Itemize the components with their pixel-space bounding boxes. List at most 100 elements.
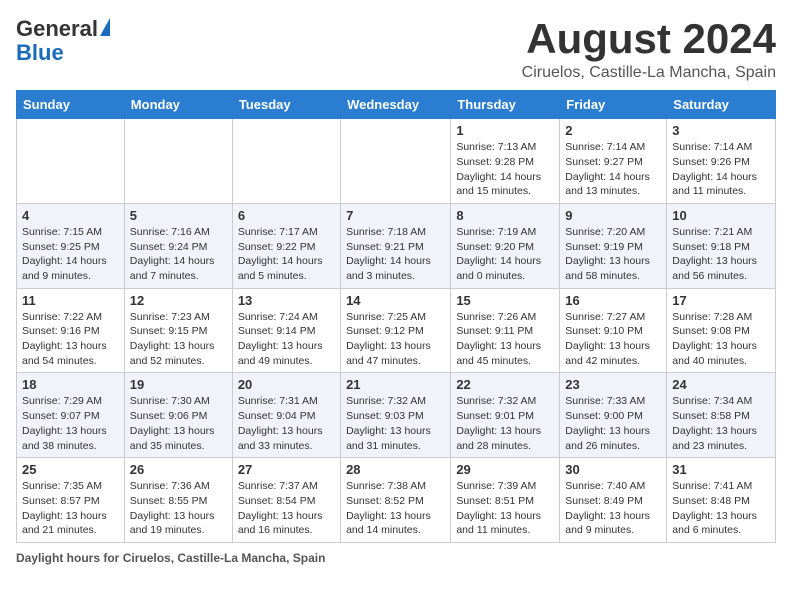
- day-number: 11: [22, 293, 119, 308]
- day-number: 19: [130, 377, 227, 392]
- day-info: Sunrise: 7:32 AM Sunset: 9:03 PM Dayligh…: [346, 394, 445, 453]
- title-section: August 2024 Ciruelos, Castille-La Mancha…: [522, 16, 776, 82]
- day-info: Sunrise: 7:23 AM Sunset: 9:15 PM Dayligh…: [130, 310, 227, 369]
- day-number: 5: [130, 208, 227, 223]
- calendar-header-saturday: Saturday: [667, 91, 776, 119]
- day-info: Sunrise: 7:25 AM Sunset: 9:12 PM Dayligh…: [346, 310, 445, 369]
- calendar-cell: 17 Sunrise: 7:28 AM Sunset: 9:08 PM Dayli…: [667, 288, 776, 373]
- calendar-cell: 13 Sunrise: 7:24 AM Sunset: 9:14 PM Dayli…: [232, 288, 340, 373]
- day-number: 26: [130, 462, 227, 477]
- day-number: 9: [565, 208, 661, 223]
- day-info: Sunrise: 7:32 AM Sunset: 9:01 PM Dayligh…: [456, 394, 554, 453]
- calendar-cell: 15Sunrise: 7:26 AM Sunset: 9:11 PM Dayli…: [451, 288, 560, 373]
- calendar-cell: 2 Sunrise: 7:14 AM Sunset: 9:27 PM Daylig…: [560, 119, 667, 204]
- day-number: 30: [565, 462, 661, 477]
- day-info: Sunrise: 7:35 AM Sunset: 8:57 PM Dayligh…: [22, 479, 119, 538]
- day-info: Sunrise: 7:30 AM Sunset: 9:06 PM Dayligh…: [130, 394, 227, 453]
- calendar-header-friday: Friday: [560, 91, 667, 119]
- calendar-cell: 12Sunrise: 7:23 AM Sunset: 9:15 PM Dayli…: [124, 288, 232, 373]
- calendar-cell: 22Sunrise: 7:32 AM Sunset: 9:01 PM Dayli…: [451, 373, 560, 458]
- day-number: 3: [672, 123, 770, 138]
- footer-description: for Ciruelos, Castille-La Mancha, Spain: [103, 551, 325, 565]
- day-info: Sunrise: 7:16 AM Sunset: 9:24 PM Dayligh…: [130, 225, 227, 284]
- calendar-header-tuesday: Tuesday: [232, 91, 340, 119]
- calendar-cell: 9 Sunrise: 7:20 AM Sunset: 9:19 PM Daylig…: [560, 203, 667, 288]
- day-number: 10: [672, 208, 770, 223]
- day-info: Sunrise: 7:39 AM Sunset: 8:51 PM Dayligh…: [456, 479, 554, 538]
- day-info: Sunrise: 7:13 AM Sunset: 9:28 PM Dayligh…: [456, 140, 554, 199]
- calendar-cell: 10 Sunrise: 7:21 AM Sunset: 9:18 PM Dayli…: [667, 203, 776, 288]
- calendar-week-row: 18 Sunrise: 7:29 AM Sunset: 9:07 PM Dayli…: [17, 373, 776, 458]
- day-number: 13: [238, 293, 335, 308]
- logo: General Blue: [16, 16, 110, 66]
- day-number: 18: [22, 377, 119, 392]
- day-info: Sunrise: 7:31 AM Sunset: 9:04 PM Dayligh…: [238, 394, 335, 453]
- day-number: 25: [22, 462, 119, 477]
- day-info: Sunrise: 7:29 AM Sunset: 9:07 PM Dayligh…: [22, 394, 119, 453]
- day-info: Sunrise: 7:17 AM Sunset: 9:22 PM Dayligh…: [238, 225, 335, 284]
- calendar-header-sunday: Sunday: [17, 91, 125, 119]
- day-info: Sunrise: 7:15 AM Sunset: 9:25 PM Dayligh…: [22, 225, 119, 284]
- calendar-cell: 16 Sunrise: 7:27 AM Sunset: 9:10 PM Dayli…: [560, 288, 667, 373]
- calendar-cell: 20 Sunrise: 7:31 AM Sunset: 9:04 PM Dayli…: [232, 373, 340, 458]
- day-number: 21: [346, 377, 445, 392]
- calendar-header-row: SundayMondayTuesdayWednesdayThursdayFrid…: [17, 91, 776, 119]
- day-number: 31: [672, 462, 770, 477]
- day-number: 8: [456, 208, 554, 223]
- calendar-header-monday: Monday: [124, 91, 232, 119]
- day-info: Sunrise: 7:22 AM Sunset: 9:16 PM Dayligh…: [22, 310, 119, 369]
- day-info: Sunrise: 7:34 AM Sunset: 8:58 PM Dayligh…: [672, 394, 770, 453]
- calendar-cell: 25 Sunrise: 7:35 AM Sunset: 8:57 PM Dayli…: [17, 458, 125, 543]
- logo-triangle-icon: [100, 18, 110, 36]
- day-info: Sunrise: 7:24 AM Sunset: 9:14 PM Dayligh…: [238, 310, 335, 369]
- day-info: Sunrise: 7:19 AM Sunset: 9:20 PM Dayligh…: [456, 225, 554, 284]
- day-number: 27: [238, 462, 335, 477]
- calendar-cell: 6 Sunrise: 7:17 AM Sunset: 9:22 PM Daylig…: [232, 203, 340, 288]
- day-number: 16: [565, 293, 661, 308]
- calendar-header-wednesday: Wednesday: [341, 91, 451, 119]
- day-info: Sunrise: 7:28 AM Sunset: 9:08 PM Dayligh…: [672, 310, 770, 369]
- day-info: Sunrise: 7:27 AM Sunset: 9:10 PM Dayligh…: [565, 310, 661, 369]
- location-subtitle: Ciruelos, Castille-La Mancha, Spain: [522, 64, 776, 82]
- calendar-cell: 26 Sunrise: 7:36 AM Sunset: 8:55 PM Dayli…: [124, 458, 232, 543]
- calendar-cell: 4Sunrise: 7:15 AM Sunset: 9:25 PM Daylig…: [17, 203, 125, 288]
- calendar-cell: 29 Sunrise: 7:39 AM Sunset: 8:51 PM Dayli…: [451, 458, 560, 543]
- calendar-cell: 28Sunrise: 7:38 AM Sunset: 8:52 PM Dayli…: [341, 458, 451, 543]
- calendar-week-row: 1Sunrise: 7:13 AM Sunset: 9:28 PM Daylig…: [17, 119, 776, 204]
- calendar-table: SundayMondayTuesdayWednesdayThursdayFrid…: [16, 90, 776, 543]
- calendar-cell: 3 Sunrise: 7:14 AM Sunset: 9:26 PM Daylig…: [667, 119, 776, 204]
- calendar-cell: 7Sunrise: 7:18 AM Sunset: 9:21 PM Daylig…: [341, 203, 451, 288]
- day-info: Sunrise: 7:20 AM Sunset: 9:19 PM Dayligh…: [565, 225, 661, 284]
- day-number: 20: [238, 377, 335, 392]
- calendar-cell: [17, 119, 125, 204]
- calendar-week-row: 11 Sunrise: 7:22 AM Sunset: 9:16 PM Dayli…: [17, 288, 776, 373]
- day-info: Sunrise: 7:40 AM Sunset: 8:49 PM Dayligh…: [565, 479, 661, 538]
- day-info: Sunrise: 7:14 AM Sunset: 9:27 PM Dayligh…: [565, 140, 661, 199]
- calendar-cell: 27Sunrise: 7:37 AM Sunset: 8:54 PM Dayli…: [232, 458, 340, 543]
- day-info: Sunrise: 7:26 AM Sunset: 9:11 PM Dayligh…: [456, 310, 554, 369]
- calendar-cell: [341, 119, 451, 204]
- calendar-cell: 14 Sunrise: 7:25 AM Sunset: 9:12 PM Dayli…: [341, 288, 451, 373]
- day-info: Sunrise: 7:36 AM Sunset: 8:55 PM Dayligh…: [130, 479, 227, 538]
- calendar-cell: 21 Sunrise: 7:32 AM Sunset: 9:03 PM Dayli…: [341, 373, 451, 458]
- day-number: 23: [565, 377, 661, 392]
- day-info: Sunrise: 7:38 AM Sunset: 8:52 PM Dayligh…: [346, 479, 445, 538]
- day-number: 2: [565, 123, 661, 138]
- calendar-cell: 31Sunrise: 7:41 AM Sunset: 8:48 PM Dayli…: [667, 458, 776, 543]
- calendar-cell: 30 Sunrise: 7:40 AM Sunset: 8:49 PM Dayli…: [560, 458, 667, 543]
- day-info: Sunrise: 7:14 AM Sunset: 9:26 PM Dayligh…: [672, 140, 770, 199]
- calendar-header-thursday: Thursday: [451, 91, 560, 119]
- calendar-week-row: 4Sunrise: 7:15 AM Sunset: 9:25 PM Daylig…: [17, 203, 776, 288]
- day-number: 14: [346, 293, 445, 308]
- day-number: 17: [672, 293, 770, 308]
- day-info: Sunrise: 7:18 AM Sunset: 9:21 PM Dayligh…: [346, 225, 445, 284]
- month-year-title: August 2024: [522, 16, 776, 62]
- day-number: 6: [238, 208, 335, 223]
- day-number: 29: [456, 462, 554, 477]
- day-info: Sunrise: 7:33 AM Sunset: 9:00 PM Dayligh…: [565, 394, 661, 453]
- logo-general-text: General: [16, 16, 98, 42]
- day-info: Sunrise: 7:21 AM Sunset: 9:18 PM Dayligh…: [672, 225, 770, 284]
- calendar-cell: 18 Sunrise: 7:29 AM Sunset: 9:07 PM Dayli…: [17, 373, 125, 458]
- calendar-cell: 5 Sunrise: 7:16 AM Sunset: 9:24 PM Daylig…: [124, 203, 232, 288]
- footer-label: Daylight hours: [16, 551, 100, 565]
